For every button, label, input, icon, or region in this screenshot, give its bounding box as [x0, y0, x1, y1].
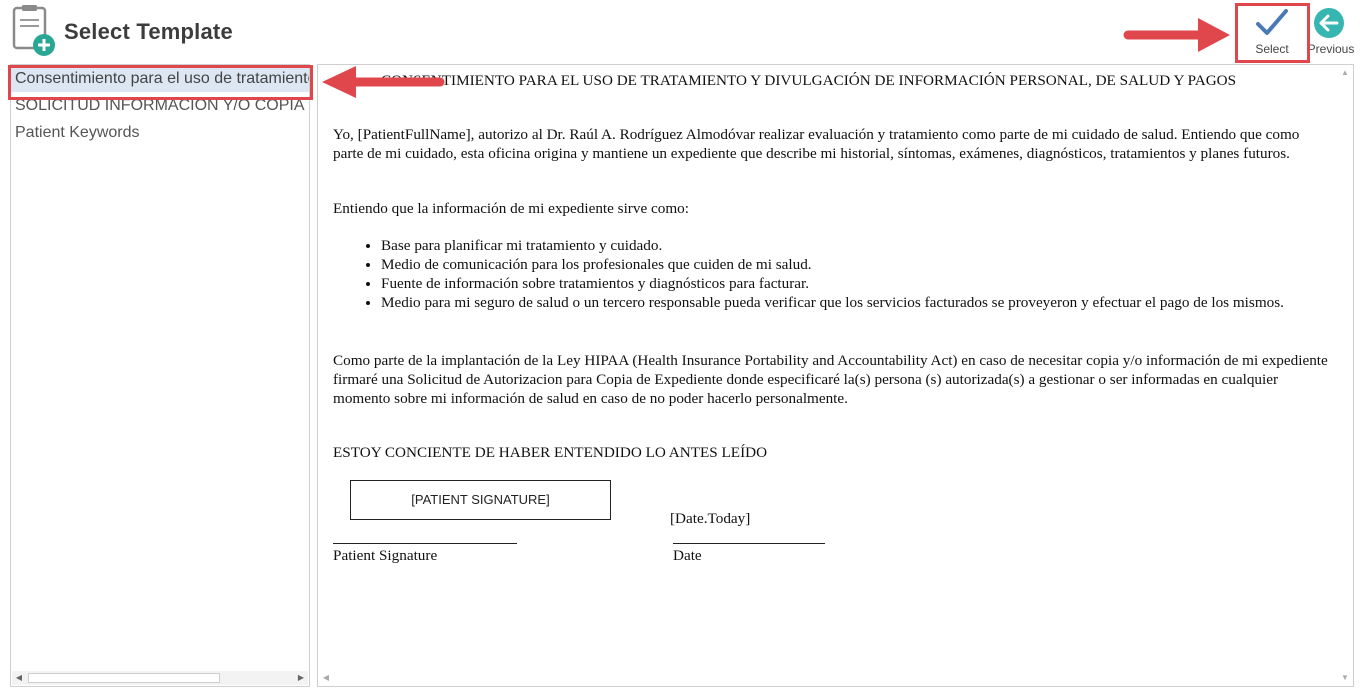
template-item[interactable]: Consentimiento para el uso de tratamient…	[11, 65, 309, 92]
scroll-down-icon[interactable]: ▼	[1338, 671, 1352, 685]
paragraph: Yo, [PatientFullName], autorizo al Dr. R…	[333, 126, 1300, 162]
date-label: Date	[673, 547, 702, 564]
scroll-left-icon[interactable]: ◀	[319, 671, 333, 685]
signature-label: Patient Signature	[333, 547, 438, 564]
date-field: [Date.Today]	[670, 510, 751, 527]
back-arrow-icon	[1314, 8, 1344, 38]
acknowledgement: ESTOY CONCIENTE DE HABER ENTENDIDO LO AN…	[333, 444, 768, 461]
paragraph: Como parte de la implantación de la Ley …	[333, 352, 1328, 407]
list-item: Medio para mi seguro de salud o un terce…	[381, 293, 1333, 312]
previous-button[interactable]: Previous	[1302, 4, 1360, 61]
template-list[interactable]: Consentimiento para el uso de tratamient…	[10, 64, 310, 687]
list-item: Medio de comunicación para los profesion…	[381, 255, 1333, 274]
vertical-scrollbar[interactable]: ▲ ▼	[1338, 66, 1352, 685]
scroll-right-icon[interactable]: ▶	[294, 671, 308, 685]
add-template-icon	[12, 5, 55, 56]
template-item[interactable]: SOLICITUD INFORMACION Y/O COPIA EXPEDIEN…	[11, 92, 309, 119]
date-line	[673, 543, 825, 544]
paragraph: Entiendo que la información de mi expedi…	[333, 200, 689, 217]
template-item[interactable]: Patient Keywords	[11, 119, 309, 146]
scroll-up-icon[interactable]: ▲	[1338, 66, 1352, 80]
header: Select Template Select Previous	[0, 0, 1360, 62]
list-item: Fuente de información sobre tratamientos…	[381, 274, 1333, 293]
list-item: Base para planificar mi tratamiento y cu…	[381, 236, 1333, 255]
previous-label: Previous	[1307, 42, 1355, 56]
scroll-left-icon[interactable]: ◀	[12, 671, 26, 685]
scroll-thumb[interactable]	[28, 673, 220, 683]
bullet-list: Base para planificar mi tratamiento y cu…	[333, 236, 1333, 312]
page-title: Select Template	[64, 19, 233, 44]
document-preview: CONSENTIMIENTO PARA EL USO DE TRATAMIENT…	[317, 64, 1354, 687]
checkmark-icon	[1256, 9, 1288, 35]
signature-line	[333, 543, 517, 544]
horizontal-scrollbar[interactable]: ◀ ▶	[12, 671, 308, 685]
document-title: CONSENTIMIENTO PARA EL USO DE TRATAMIENT…	[381, 72, 1237, 89]
select-label: Select	[1255, 42, 1289, 56]
select-button[interactable]: Select	[1237, 4, 1307, 61]
signature-field: [PATIENT SIGNATURE]	[350, 480, 611, 520]
